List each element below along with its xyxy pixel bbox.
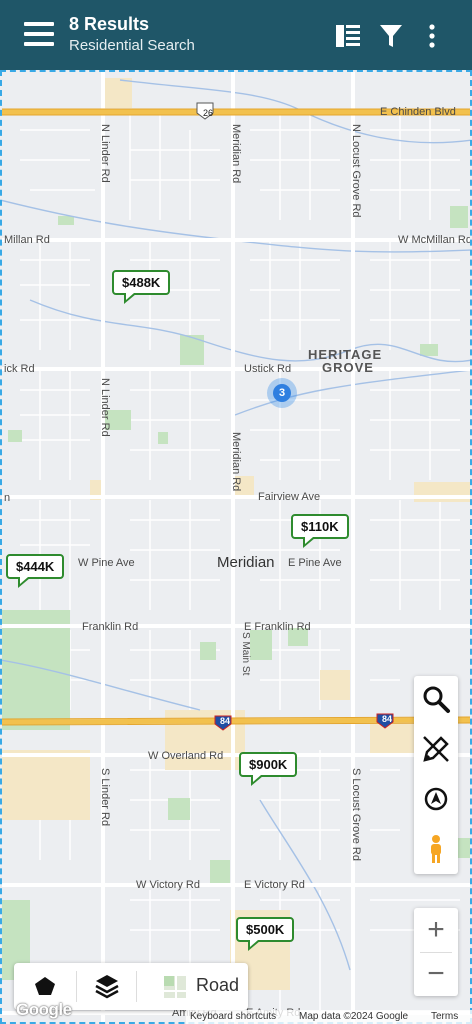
keyboard-shortcuts-link[interactable]: Keyboard shortcuts [190,1011,276,1022]
price-marker-label: $110K [291,514,349,539]
zoom-in-button[interactable]: + [414,908,458,952]
search-name: Residential Search [69,37,195,54]
road-label-linder-s: S Linder Rd [99,768,111,827]
i84-shield-east: 84 [382,714,393,724]
layers-icon[interactable] [92,963,122,1010]
road-label-mcmillan-e: W McMillan Rd [398,234,472,246]
road-label-pine-w: W Pine Ave [78,557,135,569]
road-label-fairview-w: n [4,492,11,504]
road-label-franklin-w: Franklin Rd [82,621,139,633]
road-label-locust-grove-n: N Locust Grove Rd [350,124,362,218]
road-label-fairview: Fairview Ave [258,491,321,503]
map-tools-panel [414,676,458,874]
price-marker-label: $900K [239,752,298,777]
price-marker-label: $444K [6,554,65,579]
price-marker[interactable]: $444K [6,554,65,588]
app-header: 8 Results Residential Search [0,0,472,70]
road-label-overland: W Overland Rd [148,750,224,762]
listing-cluster[interactable]: 3 [267,378,297,408]
road-label-linder-n: N Linder Rd [99,124,111,183]
road-label-meridian-mid: Meridian Rd [230,432,242,492]
highway-26-label: 26 [203,108,214,118]
road-label-victory-w: W Victory Rd [136,879,200,891]
road-label-franklin-e: E Franklin Rd [244,621,311,633]
zoom-control: + − [414,908,458,996]
map-type-button[interactable]: Road [196,975,239,996]
price-marker[interactable]: $900K [239,752,298,786]
terms-link[interactable]: Terms [431,1011,458,1022]
road-label-linder-n2: N Linder Rd [99,378,111,437]
map-canvas[interactable]: 26 E Chinden Blvd N Linder Rd Meridian R… [0,70,472,1024]
road-label-locust-grove-s: S Locust Grove Rd [350,768,362,861]
map-type-thumbnail-icon[interactable] [162,963,188,1010]
my-location-icon[interactable] [421,784,451,814]
price-marker-label: $488K [112,270,171,295]
price-marker[interactable]: $110K [291,514,349,548]
menu-icon[interactable] [24,22,54,48]
map-base-layer [2,72,470,1022]
road-label-meridian-n: Meridian Rd [230,124,242,184]
filter-icon[interactable] [377,22,405,50]
road-label-victory-e: E Victory Rd [244,879,305,891]
price-marker[interactable]: $500K [236,917,295,951]
street-view-pegman-icon[interactable] [421,834,451,864]
road-label-mcmillan-w: Millan Rd [4,234,50,246]
more-vert-icon[interactable] [418,22,446,50]
road-label-pine-e: E Pine Ave [288,557,342,569]
area-label-grove: GROVE [322,360,374,375]
road-label-chinden: E Chinden Blvd [380,106,456,118]
price-marker-label: $500K [236,917,295,942]
list-view-icon[interactable] [334,22,362,50]
map-data-text: Map data ©2024 Google [299,1011,409,1022]
road-label-ustick-e: Ustick Rd [244,363,292,375]
road-label-main-st: S Main St [240,632,251,676]
price-marker[interactable]: $488K [112,270,171,304]
google-logo: Google [16,1000,72,1019]
results-count: 8 Results [69,14,150,34]
draw-tool-icon[interactable] [421,734,451,764]
city-label: Meridian [217,554,275,571]
map-attribution: Keyboard shortcuts Map data ©2024 Google… [186,1010,472,1024]
search-icon[interactable] [421,684,451,714]
cluster-count: 3 [273,384,291,402]
zoom-out-button[interactable]: − [414,952,458,996]
i84-shield-west: 84 [220,716,231,726]
road-label-ustick-w: ick Rd [4,363,35,375]
